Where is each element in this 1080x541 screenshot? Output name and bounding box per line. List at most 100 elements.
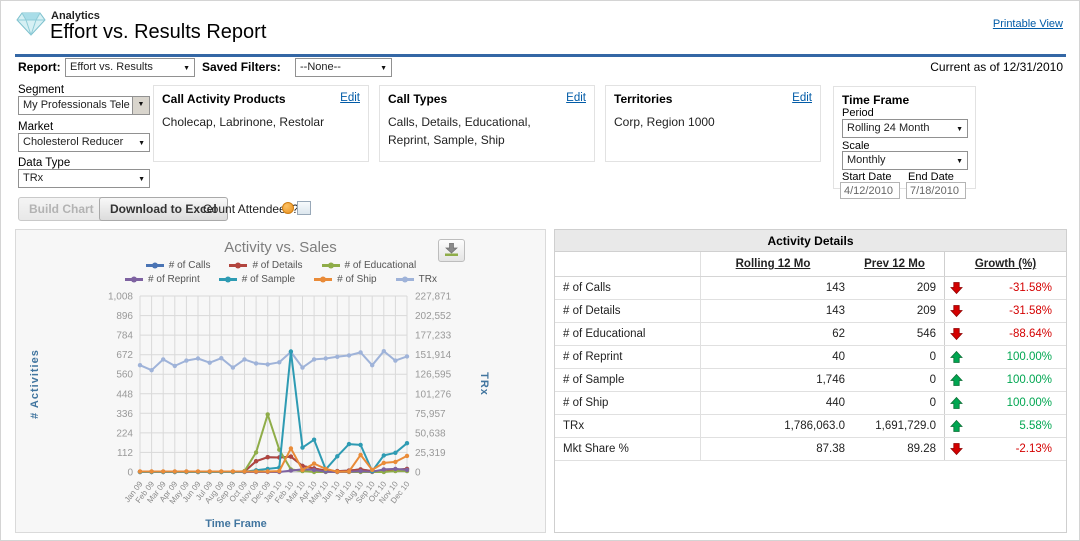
saved-filters-label: Saved Filters: — [202, 60, 281, 74]
column-header-rolling: Rolling 12 Mo — [701, 252, 853, 276]
edit-call-types-link[interactable]: Edit — [566, 92, 586, 104]
panel-content: Calls, Details, Educational, Reprint, Sa… — [388, 113, 568, 149]
svg-text:672: 672 — [116, 350, 133, 361]
rolling-12mo-value: 1,746 — [701, 369, 853, 391]
edit-call-activity-products-link[interactable]: Edit — [340, 92, 360, 104]
printable-view-link[interactable]: Printable View — [993, 18, 1063, 30]
growth-down-arrow-icon — [950, 281, 963, 295]
data-type-dropdown[interactable]: TRx ▼ — [18, 169, 150, 188]
segment-dropdown[interactable]: My Professionals Tele L ▼ — [18, 96, 150, 115]
prev-12mo-value: 1,691,729.0 — [853, 415, 945, 437]
growth-up-arrow-icon — [950, 396, 963, 410]
growth-value: 100.00% — [1007, 351, 1052, 363]
table-row: # of Educational62546-88.64% — [555, 323, 1066, 346]
report-dropdown[interactable]: Effort vs. Results ▼ — [65, 58, 195, 77]
legend-row: # of Reprint# of Sample# of ShipTRx — [16, 273, 545, 287]
legend-item: # of Educational — [321, 261, 417, 271]
growth-value: 100.00% — [1007, 397, 1052, 409]
growth-value: -31.58% — [1009, 305, 1052, 317]
header-blank-cell — [555, 252, 701, 276]
call-activity-products-panel: Call Activity Products Edit Cholecap, La… — [153, 85, 369, 162]
table-row: # of Calls143209-31.58% — [555, 277, 1066, 300]
svg-text:0: 0 — [127, 468, 133, 479]
legend-item: TRx — [395, 275, 437, 285]
time-frame-title: Time Frame — [842, 93, 909, 107]
svg-text:448: 448 — [116, 389, 133, 400]
svg-text:TRx: TRx — [478, 372, 490, 396]
market-dropdown[interactable]: Cholesterol Reducer ▼ — [18, 133, 150, 152]
growth-cell: 100.00% — [945, 392, 1066, 414]
column-header-rolling-link[interactable]: Rolling 12 Mo — [736, 258, 811, 270]
period-label: Period — [842, 107, 874, 119]
svg-text:151,914: 151,914 — [415, 350, 452, 361]
data-type-label: Data Type — [18, 157, 70, 169]
rolling-12mo-value: 143 — [701, 300, 853, 322]
legend-item: # of Ship — [313, 275, 376, 285]
chevron-down-icon: ▼ — [380, 60, 387, 77]
row-label: # of Sample — [555, 369, 701, 391]
saved-filters-dropdown[interactable]: --None-- ▼ — [295, 58, 392, 77]
legend-label: # of Reprint — [148, 274, 200, 285]
row-label: # of Reprint — [555, 346, 701, 368]
legend-marker-icon — [228, 261, 248, 270]
chevron-down-icon: ▼ — [138, 135, 145, 152]
report-dropdown-value: Effort vs. Results — [70, 61, 153, 73]
chevron-down-icon: ▼ — [132, 97, 149, 114]
growth-value: 5.58% — [1019, 420, 1052, 432]
growth-cell: 100.00% — [945, 369, 1066, 391]
data-type-dropdown-value: TRx — [23, 172, 43, 184]
end-date-input[interactable] — [906, 182, 966, 199]
table-header-row: Rolling 12 Mo Prev 12 Mo Growth (%) — [555, 252, 1066, 277]
svg-text:75,957: 75,957 — [415, 409, 446, 420]
svg-text:126,595: 126,595 — [415, 370, 452, 381]
territories-panel: Territories Edit Corp, Region 1000 — [605, 85, 821, 162]
help-icon[interactable] — [282, 202, 294, 214]
panel-content: Cholecap, Labrinone, Restolar — [162, 113, 360, 131]
column-header-prev: Prev 12 Mo — [853, 252, 945, 276]
legend-marker-icon — [313, 275, 333, 284]
legend-item: # of Details — [228, 261, 302, 271]
prev-12mo-value: 209 — [853, 300, 945, 322]
column-header-growth-link[interactable]: Growth (%) — [975, 258, 1036, 270]
scale-dropdown[interactable]: Monthly ▼ — [842, 151, 968, 170]
svg-text:112: 112 — [117, 448, 133, 459]
row-label: Mkt Share % — [555, 438, 701, 460]
legend-marker-icon — [124, 275, 144, 284]
panel-content: Corp, Region 1000 — [614, 113, 812, 131]
svg-text:202,552: 202,552 — [415, 311, 452, 322]
growth-down-arrow-icon — [950, 327, 963, 341]
chart-title: Activity vs. Sales — [16, 239, 545, 256]
panel-title: Call Types — [388, 92, 447, 106]
activity-details-panel: Activity Details Rolling 12 Mo Prev 12 M… — [554, 229, 1067, 533]
growth-down-arrow-icon — [950, 442, 963, 456]
x-axis-title: Time Frame — [16, 518, 456, 530]
rolling-12mo-value: 1,786,063.0 — [701, 415, 853, 437]
rolling-12mo-value: 40 — [701, 346, 853, 368]
start-date-input[interactable] — [840, 182, 900, 199]
rolling-12mo-value: 62 — [701, 323, 853, 345]
svg-text:336: 336 — [116, 409, 133, 420]
table-row: # of Sample1,7460100.00% — [555, 369, 1066, 392]
row-label: # of Calls — [555, 277, 701, 299]
legend-row: # of Calls # of Details # of Educational — [16, 259, 545, 273]
time-frame-panel: Time Frame Period Rolling 24 Month ▼ Sca… — [833, 86, 976, 189]
legend-marker-icon — [145, 261, 165, 270]
period-dropdown[interactable]: Rolling 24 Month ▼ — [842, 119, 968, 138]
growth-value: -2.13% — [1016, 443, 1052, 455]
build-chart-button[interactable]: Build Chart — [18, 197, 105, 221]
table-row: # of Reprint400100.00% — [555, 346, 1066, 369]
count-attendees-checkbox[interactable] — [297, 201, 311, 215]
growth-up-arrow-icon — [950, 350, 963, 364]
table-title: Activity Details — [555, 230, 1066, 252]
column-header-growth: Growth (%) — [945, 252, 1066, 276]
edit-territories-link[interactable]: Edit — [792, 92, 812, 104]
period-dropdown-value: Rolling 24 Month — [847, 122, 930, 134]
growth-cell: -31.58% — [945, 277, 1066, 299]
column-header-prev-link[interactable]: Prev 12 Mo — [864, 258, 925, 270]
svg-text:227,871: 227,871 — [415, 292, 452, 303]
row-label: # of Ship — [555, 392, 701, 414]
prev-12mo-value: 89.28 — [853, 438, 945, 460]
report-label: Report: — [18, 60, 61, 74]
svg-text:25,319: 25,319 — [415, 448, 446, 459]
legend-item: # of Calls — [145, 261, 211, 271]
